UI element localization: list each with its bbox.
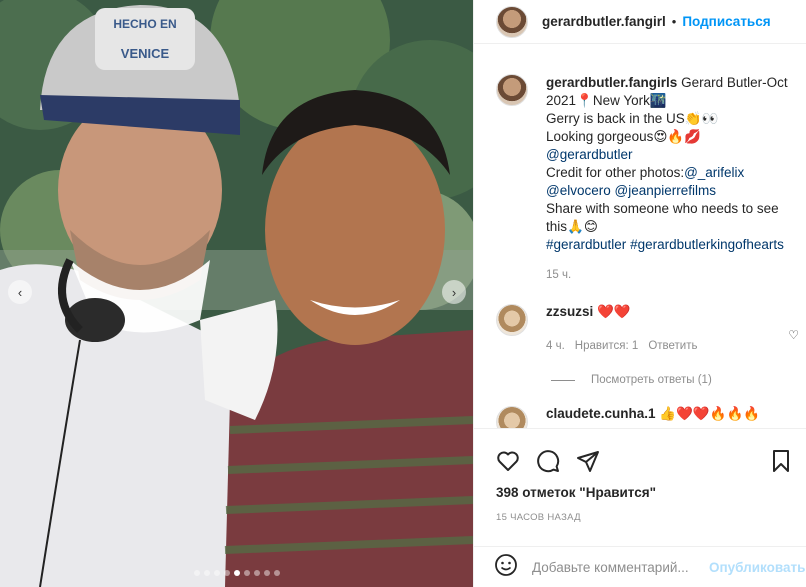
carousel-dot (193, 570, 200, 576)
carousel-dot (213, 570, 220, 576)
mention-link[interactable]: @elvocero (546, 183, 611, 198)
commenter-avatar[interactable] (496, 406, 528, 428)
mention-link[interactable]: @jeanpierrefilms (615, 183, 717, 198)
caption-time[interactable]: 15 ч. (546, 266, 795, 284)
carousel-dot (243, 570, 250, 576)
commenter-username[interactable]: claudete.cunha.1 (546, 406, 656, 421)
carousel-prev-button[interactable]: ‹ (8, 280, 32, 304)
hashtag-link[interactable]: #gerardbutler (546, 237, 626, 252)
comment-time[interactable]: 4 ч. (546, 340, 565, 352)
comment-icon[interactable] (534, 447, 562, 475)
caption-username[interactable]: gerardbutler.fangirls (546, 75, 677, 90)
photo-illustration: HECHO EN VENICE (0, 0, 473, 587)
post-actions: 398 отметок "Нравится" 15 ЧАСОВ НАЗАД (474, 428, 806, 546)
post-header: gerardbutler.fangirl • Подписаться (474, 0, 806, 44)
share-icon[interactable] (574, 447, 602, 475)
comment-meta: 4 ч. Нравится: 1 Ответить (546, 340, 697, 352)
publish-button[interactable]: Опубликовать (709, 560, 805, 575)
comment-text: 👍❤️❤️🔥🔥🔥 (659, 406, 761, 421)
mention-link[interactable]: @_arifelix (684, 165, 744, 180)
bookmark-icon[interactable] (767, 447, 795, 475)
comment-text: ❤️❤️ (597, 304, 631, 319)
reply-button[interactable]: Ответить (648, 340, 697, 352)
view-replies-label: Посмотреть ответы (1) (591, 374, 712, 386)
author-avatar[interactable] (496, 5, 528, 38)
carousel-next-button[interactable]: › (442, 280, 466, 304)
comment-input[interactable] (532, 559, 709, 575)
chevron-left-icon: ‹ (17, 284, 23, 300)
post-time-ago[interactable]: 15 ЧАСОВ НАЗАД (474, 500, 806, 523)
comment-body: claudete.cunha.1 👍❤️❤️🔥🔥🔥 (546, 406, 760, 428)
heart-icon[interactable] (494, 447, 522, 475)
likes-count[interactable]: 398 отметок "Нравится" (474, 481, 806, 500)
comment-body: zzsuzsi ❤️❤️ 4 ч. Нравится: 1 Ответить (546, 304, 697, 352)
carousel-dot (203, 570, 210, 576)
follow-button[interactable]: Подписаться (682, 14, 770, 29)
mention-link[interactable]: @gerardbutler (546, 146, 795, 164)
caption-line: Looking gorgeous😍🔥💋 (546, 129, 702, 144)
chevron-right-icon: › (451, 284, 457, 300)
comment-likes[interactable]: Нравится: 1 (575, 340, 639, 352)
caption-avatar[interactable] (496, 74, 528, 106)
replies-divider (551, 379, 575, 381)
action-icons-row (474, 429, 806, 481)
view-replies-button[interactable]: Посмотреть ответы (1) (474, 352, 806, 386)
caption-line: Share with someone who needs to see this… (546, 201, 779, 234)
carousel-dot (223, 570, 230, 576)
carousel-dot (273, 570, 280, 576)
cap-text-top: HECHO EN (113, 17, 176, 31)
carousel-dot-active (233, 570, 240, 576)
comment-like-heart-icon[interactable]: ♡ (788, 328, 799, 342)
carousel-dot (253, 570, 260, 576)
hashtag-link[interactable]: #gerardbutlerkingofhearts (630, 237, 784, 252)
post-side-panel: gerardbutler.fangirl • Подписаться gerar… (473, 0, 806, 587)
author-username[interactable]: gerardbutler.fangirl (542, 14, 666, 29)
caption-line: Gerry is back in the US👏👀 (546, 111, 719, 126)
post-photo: HECHO EN VENICE ‹ › (0, 0, 473, 587)
caption-body: gerardbutler.fangirls Gerard Butler-Oct … (546, 74, 795, 284)
comment-item: zzsuzsi ❤️❤️ 4 ч. Нравится: 1 Ответить ♡ (474, 284, 806, 352)
comment-item: claudete.cunha.1 👍❤️❤️🔥🔥🔥 (474, 386, 806, 428)
commenter-username[interactable]: zzsuzsi (546, 304, 593, 319)
add-comment-bar: Опубликовать (474, 546, 806, 587)
carousel-dot (263, 570, 270, 576)
emoji-icon[interactable] (494, 553, 518, 582)
comments-list[interactable]: gerardbutler.fangirls Gerard Butler-Oct … (474, 58, 806, 428)
header-separator: • (671, 14, 677, 29)
caption: gerardbutler.fangirls Gerard Butler-Oct … (474, 58, 806, 284)
commenter-avatar[interactable] (496, 304, 528, 336)
cap-text-bottom: VENICE (121, 46, 170, 61)
caption-line: Credit for other photos: (546, 165, 685, 180)
carousel-indicator (0, 570, 473, 576)
